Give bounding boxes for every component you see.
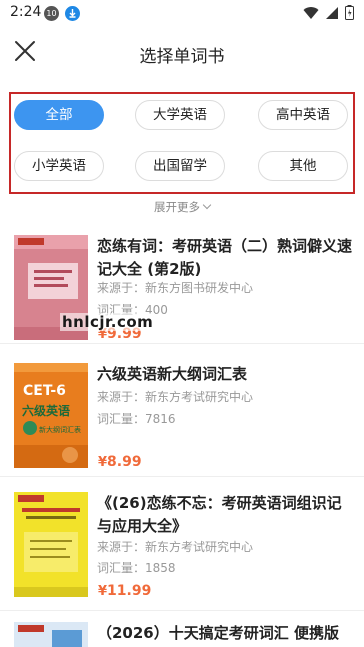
expand-more-label: 展开更多 [154,200,200,214]
book-source: 来源于：新东方图书研发中心 [97,279,253,296]
watermark-text: hnlcjr.com [60,313,156,331]
book-item[interactable]: （2026）十天搞定考研词汇 便携版 [0,622,364,647]
status-icons [303,5,354,20]
book-title: 六级英语新大纲词汇表 [97,365,248,383]
book-source-value: 新东方考试研究中心 [145,540,254,554]
chevron-down-icon [202,200,212,210]
cover-badge-text: CET-6 [23,383,66,399]
cover-subtitle-text: 新大纲词汇表 [39,425,81,434]
status-time: 2:24 [10,4,42,20]
book-price: ¥8.99 [98,454,142,470]
book-word-count-value: 1858 [145,561,176,575]
book-item[interactable]: CET-6 六级英语 新大纲词汇表 六级英语新大纲词汇表 来源于：新东方考试研究… [0,363,364,483]
book-price-value: 11.99 [107,583,152,599]
signal-icon [326,6,338,19]
cover-title-text: 六级英语 [22,403,70,418]
book-price: ¥11.99 [98,583,151,599]
divider [0,610,364,611]
book-word-count: 词汇量：7816 [97,410,176,427]
filter-chip-all[interactable]: 全部 [14,100,104,130]
top-bar: 选择单词书 [0,26,364,80]
book-source-label: 来源于： [97,540,146,554]
filter-chip-other[interactable]: 其他 [258,151,348,181]
book-cover-image [14,492,88,597]
divider [0,476,364,477]
wifi-icon [303,6,319,19]
book-item[interactable]: 《(26)恋练不忘：考研英语词组识记与应用大全》 来源于：新东方考试研究中心 词… [0,492,364,612]
filter-chip-college-english[interactable]: 大学英语 [135,100,225,130]
divider [0,343,364,344]
status-bar: 2:24 10 [0,0,364,26]
book-title: 恋练有词：考研英语（二）熟词僻义速记大全 (第2版) [97,237,353,278]
book-source-label: 来源于： [97,390,146,404]
expand-more-link[interactable]: 展开更多 [0,199,364,215]
book-source: 来源于：新东方考试研究中心 [97,388,253,405]
book-cover-image [14,622,88,647]
book-word-count: 词汇量：1858 [97,559,176,576]
filter-chip-high-school-english[interactable]: 高中英语 [258,100,348,130]
book-price-value: 8.99 [107,454,142,470]
battery-icon [345,5,354,20]
book-cover-image: CET-6 六级英语 新大纲词汇表 [14,363,88,468]
book-title: （2026）十天搞定考研词汇 便携版 [97,624,339,642]
book-title: 《(26)恋练不忘：考研英语词组识记与应用大全》 [97,494,342,535]
book-word-count-value: 7816 [145,412,176,426]
book-word-count-label: 词汇量： [97,561,146,575]
book-source-value: 新东方考试研究中心 [145,390,254,404]
book-word-count-label: 词汇量： [97,412,146,426]
page-title: 选择单词书 [139,47,225,67]
currency-symbol: ¥ [98,455,108,470]
notification-count-icon: 10 [44,6,59,21]
filter-chip-primary-school-english[interactable]: 小学英语 [14,151,104,181]
currency-symbol: ¥ [98,584,108,599]
filter-chip-study-abroad[interactable]: 出国留学 [135,151,225,181]
book-source: 来源于：新东方考试研究中心 [97,538,253,555]
book-item[interactable]: 恋练有词：考研英语（二）熟词僻义速记大全 (第2版) 来源于：新东方图书研发中心… [0,235,364,355]
download-icon [65,6,80,21]
book-source-value: 新东方图书研发中心 [145,281,254,295]
book-source-label: 来源于： [97,281,146,295]
